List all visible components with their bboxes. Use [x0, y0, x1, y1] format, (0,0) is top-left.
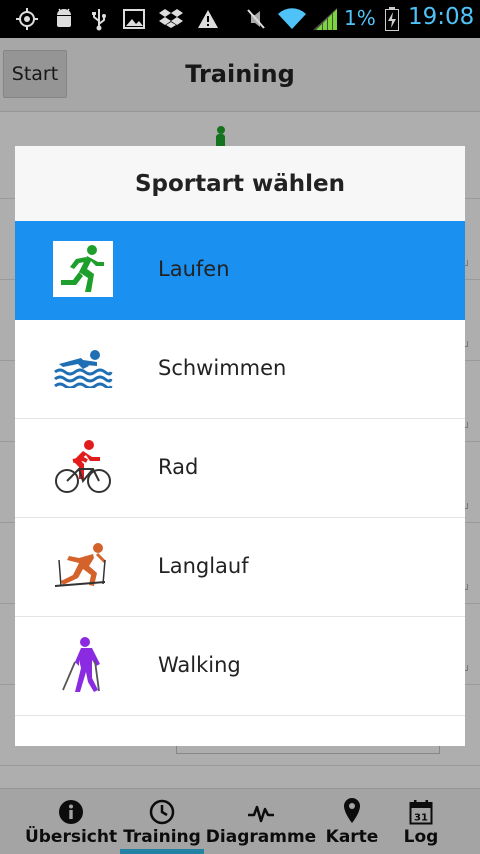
battery-icon [384, 7, 400, 31]
sport-option-label: Schwimmen [158, 356, 287, 380]
usb-icon [88, 7, 110, 31]
mute-icon [244, 7, 268, 31]
clock-time: 19:08 [408, 4, 475, 30]
sport-option-cycling[interactable]: Rad [15, 419, 465, 518]
wifi-icon [276, 7, 308, 31]
sport-option-label: Langlauf [158, 554, 249, 578]
sport-option-walking[interactable]: Walking [15, 617, 465, 716]
status-bar: 1% 19:08 [0, 0, 480, 38]
sport-option-cross-country-skiing[interactable]: Langlauf [15, 518, 465, 617]
dialog-title: Sportart wählen [134, 170, 346, 197]
image-icon [122, 7, 146, 31]
battery-percent: 1% [344, 6, 376, 30]
dialog-header: Sportart wählen [15, 146, 465, 221]
running-icon [53, 241, 113, 297]
cycling-icon [53, 439, 113, 495]
sport-option-label: Laufen [158, 257, 230, 281]
gps-icon [14, 7, 40, 31]
dropbox-icon [158, 7, 184, 31]
sport-option-label: Rad [158, 455, 199, 479]
signal-icon [312, 7, 338, 31]
sport-type-dialog: Sportart wählen Laufen Schwimmen Rad Lan… [15, 146, 465, 746]
android-debug-icon [52, 7, 76, 31]
sport-option-label: Walking [158, 653, 241, 677]
sport-option-running[interactable]: Laufen [15, 221, 465, 320]
cross-country-skiing-icon [53, 538, 113, 594]
nordic-walking-icon [53, 637, 113, 693]
swimming-icon [53, 340, 113, 396]
warning-icon [196, 7, 220, 31]
sport-option-swimming[interactable]: Schwimmen [15, 320, 465, 419]
